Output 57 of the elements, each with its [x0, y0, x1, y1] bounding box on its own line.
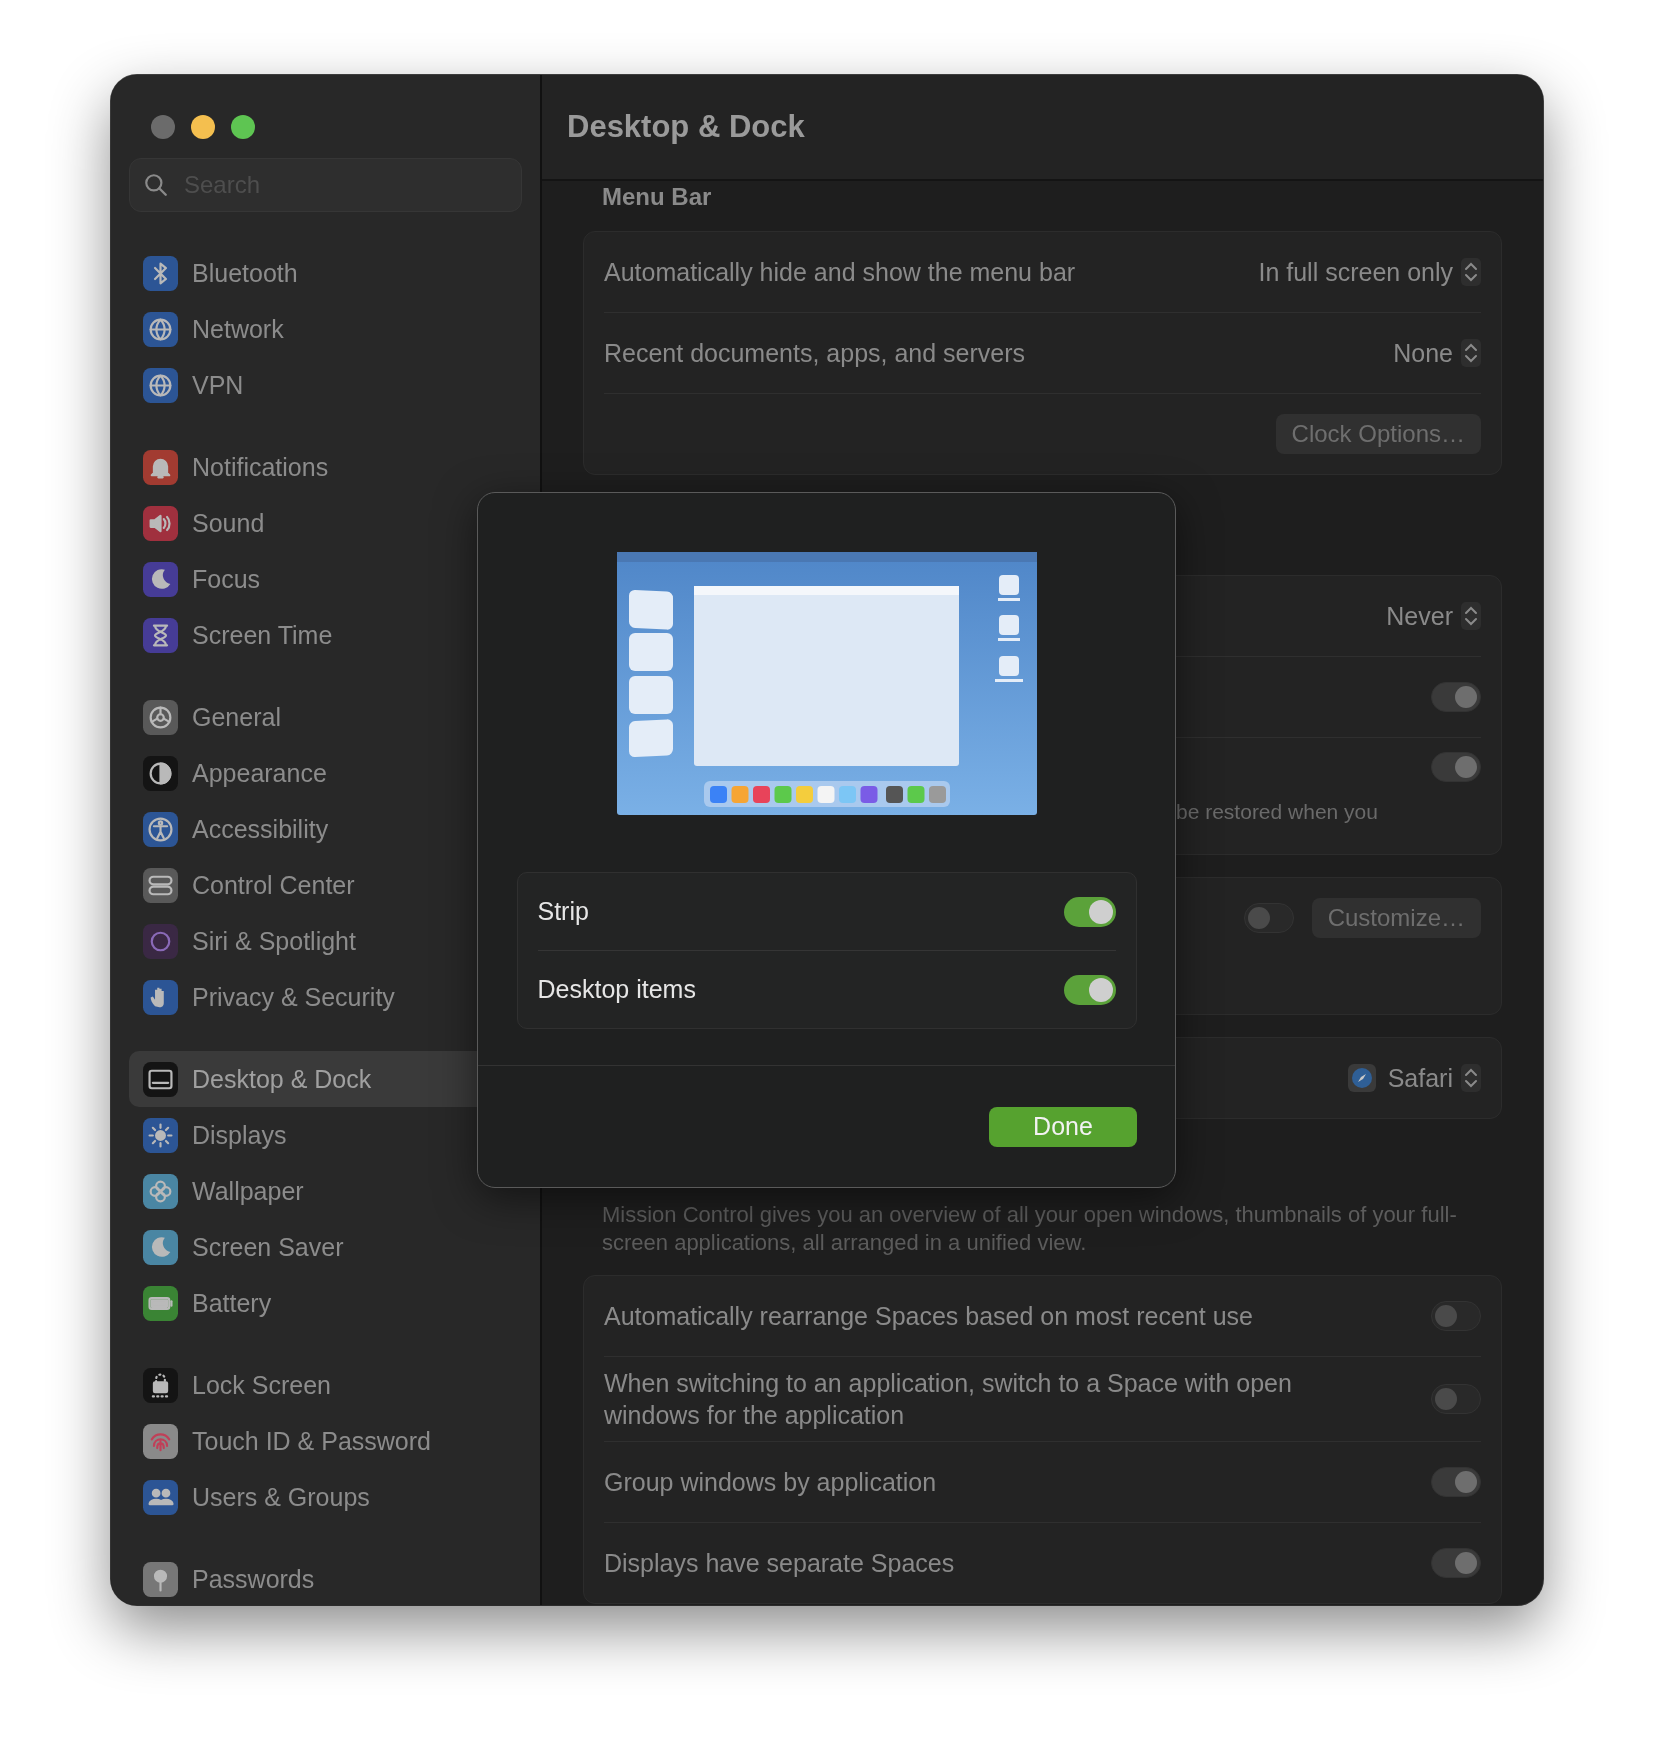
setting-label: Automatically rearrange Spaces based on most recent use	[604, 1301, 1253, 1332]
sidebar-item[interactable]: Network	[129, 301, 540, 357]
sidebar-item[interactable]: Sound	[129, 495, 540, 551]
search-icon	[143, 172, 169, 198]
option-label: Strip	[537, 897, 589, 926]
sidebar-item[interactable]: Privacy & Security	[129, 969, 540, 1025]
sidebar-item[interactable]: Wallpaper	[129, 1163, 540, 1219]
done-button[interactable]: Done	[989, 1106, 1137, 1147]
setting-label: Displays have separate Spaces	[604, 1548, 955, 1579]
clock-options-button[interactable]: Clock Options…	[1275, 414, 1481, 454]
sidebar-item[interactable]: VPN	[129, 357, 540, 413]
setting-label: Automatically hide and show the menu bar	[604, 257, 1076, 288]
sidebar-item[interactable]: Lock Screen	[129, 1357, 540, 1413]
sidebar-item[interactable]: Screen Saver	[129, 1219, 540, 1275]
sidebar-item[interactable]: Displays	[129, 1107, 540, 1163]
popup-menu[interactable]: Never	[1386, 601, 1481, 631]
toggle-switch[interactable]	[1431, 1384, 1481, 1414]
sidebar-item[interactable]: Appearance	[129, 745, 540, 801]
compass-icon	[1347, 1064, 1376, 1092]
chevron-icon	[1461, 339, 1481, 367]
setting-description: be restored when you	[1176, 800, 1378, 824]
sidebar-item[interactable]: Notifications	[129, 439, 540, 495]
toggle-switch[interactable]	[1063, 974, 1116, 1005]
toggle-switch[interactable]	[1243, 903, 1294, 933]
setting-label: Recent documents, apps, and servers	[604, 338, 1026, 369]
toggle-switch[interactable]	[1431, 1301, 1481, 1331]
toggle-switch[interactable]	[1431, 752, 1481, 782]
section-heading: Menu Bar	[601, 182, 713, 212]
toggle-switch[interactable]	[1431, 1548, 1481, 1578]
toggle-switch[interactable]	[1063, 896, 1116, 927]
sidebar-item[interactable]: Screen Time	[129, 607, 540, 663]
toggle-switch[interactable]	[1431, 682, 1481, 712]
window-title: Desktop & Dock	[567, 109, 805, 145]
sidebar-item[interactable]: Passwords	[129, 1551, 540, 1605]
option-label: Desktop items	[537, 975, 696, 1004]
sidebar-item[interactable]: Touch ID & Password	[129, 1413, 540, 1469]
toggle-switch[interactable]	[1431, 1467, 1481, 1497]
chevron-icon	[1461, 258, 1481, 286]
setting-label: Group windows by application	[604, 1467, 937, 1498]
popup-menu[interactable]: In full screen only	[1258, 257, 1481, 287]
sidebar-item[interactable]: Control Center	[129, 857, 540, 913]
chevron-icon	[1461, 602, 1481, 630]
sidebar-item[interactable]: Siri & Spotlight	[129, 913, 540, 969]
window-control[interactable]	[231, 115, 255, 139]
popup-menu[interactable]: Safari	[1347, 1063, 1481, 1093]
section-description: Mission Control gives you an overview of all your open windows, thumbnails of your full-screen applications, all arranged in a unified view.	[602, 1201, 1458, 1257]
customize-button[interactable]: Customize…	[1311, 898, 1481, 938]
popup-menu[interactable]: None	[1393, 338, 1481, 368]
sidebar-item[interactable]: Users & Groups	[129, 1469, 540, 1525]
sidebar-item[interactable]: Focus	[129, 551, 540, 607]
sidebar-item[interactable]: Accessibility	[129, 801, 540, 857]
window-control[interactable]	[191, 115, 215, 139]
sidebar-item[interactable]: Battery	[129, 1275, 540, 1331]
setting-label: When switching to an application, switch to a Space with open windows for the application	[604, 1368, 1293, 1431]
sidebar-item[interactable]: General	[129, 689, 540, 745]
chevron-icon	[1461, 1064, 1481, 1092]
sidebar-item[interactable]: Bluetooth	[129, 245, 540, 301]
